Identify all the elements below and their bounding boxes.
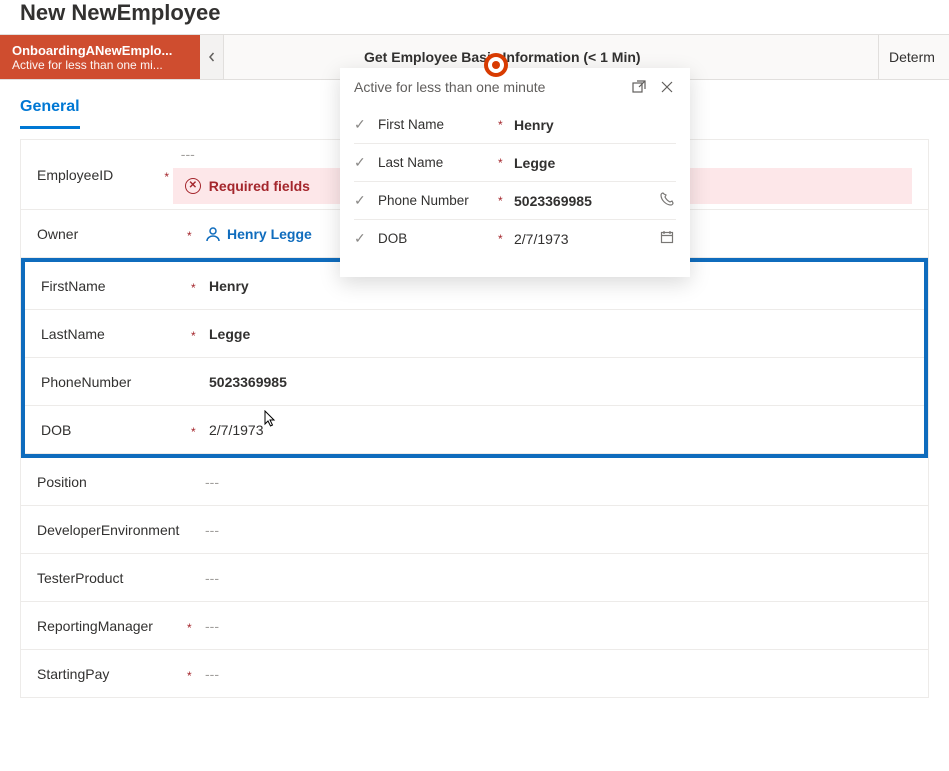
error-icon: ✕: [185, 178, 201, 194]
flyout-value[interactable]: Henry: [510, 117, 676, 133]
required-mark: [187, 528, 197, 532]
field-value[interactable]: 2/7/1973: [201, 422, 908, 438]
checkmark-icon: ✓: [354, 154, 370, 171]
calendar-icon[interactable]: [658, 230, 676, 247]
required-mark: [187, 576, 197, 580]
flyout-field-firstname[interactable]: ✓ First Name * Henry: [354, 106, 676, 144]
field-position[interactable]: Position ---: [21, 458, 928, 506]
flyout-label: Phone Number: [378, 193, 498, 208]
flyout-field-phone[interactable]: ✓ Phone Number * 5023369985: [354, 182, 676, 220]
required-mark: *: [187, 617, 197, 635]
flyout-value[interactable]: 5023369985: [510, 193, 658, 209]
required-mark: *: [498, 156, 510, 170]
field-label: EmployeeID: [37, 167, 164, 183]
stage-flyout: Active for less than one minute ✓ First …: [340, 68, 690, 277]
close-button[interactable]: [658, 78, 676, 96]
field-testerproduct[interactable]: TesterProduct ---: [21, 554, 928, 602]
field-label: PhoneNumber: [41, 374, 191, 390]
field-value[interactable]: ---: [197, 666, 912, 682]
required-mark: *: [498, 232, 510, 246]
field-value[interactable]: ---: [197, 474, 912, 490]
field-value[interactable]: ---: [197, 522, 912, 538]
record-indicator-icon: [484, 53, 508, 77]
flyout-field-dob[interactable]: ✓ DOB * 2/7/1973: [354, 220, 676, 257]
required-mark: *: [498, 118, 510, 132]
close-icon: [661, 81, 673, 93]
field-label: FirstName: [41, 278, 191, 294]
popout-button[interactable]: [630, 78, 648, 96]
flyout-title: Active for less than one minute: [354, 79, 545, 95]
field-lastname[interactable]: LastName * Legge: [25, 310, 924, 358]
field-developerenvironment[interactable]: DeveloperEnvironment ---: [21, 506, 928, 554]
required-mark: *: [191, 277, 201, 295]
field-label: ReportingManager: [37, 618, 187, 634]
field-dob[interactable]: DOB * 2/7/1973: [25, 406, 924, 454]
stage-current-name: OnboardingANewEmplo...: [12, 43, 188, 58]
field-phonenumber[interactable]: PhoneNumber 5023369985: [25, 358, 924, 406]
checkmark-icon: ✓: [354, 192, 370, 209]
stage-current[interactable]: OnboardingANewEmplo... Active for less t…: [0, 35, 200, 79]
field-value[interactable]: 5023369985: [201, 374, 908, 390]
required-mark: *: [187, 665, 197, 683]
person-icon: [205, 226, 221, 242]
phone-icon[interactable]: [658, 192, 676, 209]
flyout-value[interactable]: 2/7/1973: [510, 231, 658, 247]
error-text: Required fields: [209, 178, 310, 194]
flyout-label: Last Name: [378, 155, 498, 170]
tab-general[interactable]: General: [20, 94, 80, 129]
field-reportingmanager[interactable]: ReportingManager * ---: [21, 602, 928, 650]
highlighted-fields-group: FirstName * Henry LastName * Legge Phone…: [21, 258, 928, 458]
field-startingpay[interactable]: StartingPay * ---: [21, 650, 928, 698]
field-value[interactable]: ---: [197, 618, 912, 634]
field-value[interactable]: ---: [197, 570, 912, 586]
field-label: StartingPay: [37, 666, 187, 682]
checkmark-icon: ✓: [354, 230, 370, 247]
field-label: Owner: [37, 226, 187, 242]
required-mark: [187, 480, 197, 484]
field-label: DOB: [41, 422, 191, 438]
required-mark: [191, 380, 201, 384]
field-label: LastName: [41, 326, 191, 342]
field-value[interactable]: Legge: [201, 326, 908, 342]
flyout-header: Active for less than one minute: [340, 68, 690, 106]
page-title: New NewEmployee: [0, 0, 949, 34]
required-mark: *: [164, 166, 172, 184]
flyout-label: DOB: [378, 231, 498, 246]
checkmark-icon: ✓: [354, 116, 370, 133]
field-label: DeveloperEnvironment: [37, 522, 187, 538]
chevron-left-icon: [207, 52, 217, 62]
flyout-label: First Name: [378, 117, 498, 132]
popout-icon: [632, 80, 646, 94]
stage-more[interactable]: Determ: [879, 35, 949, 79]
stage-collapse-button[interactable]: [200, 35, 224, 79]
required-mark: *: [191, 325, 201, 343]
required-mark: *: [498, 194, 510, 208]
field-label: TesterProduct: [37, 570, 187, 586]
stage-current-sub: Active for less than one mi...: [12, 58, 188, 72]
field-label: Position: [37, 474, 187, 490]
required-mark: *: [187, 225, 197, 243]
flyout-value[interactable]: Legge: [510, 155, 676, 171]
required-mark: *: [191, 421, 201, 439]
flyout-field-lastname[interactable]: ✓ Last Name * Legge: [354, 144, 676, 182]
field-value[interactable]: Henry: [201, 278, 908, 294]
stage-more-label: Determ: [889, 49, 935, 65]
